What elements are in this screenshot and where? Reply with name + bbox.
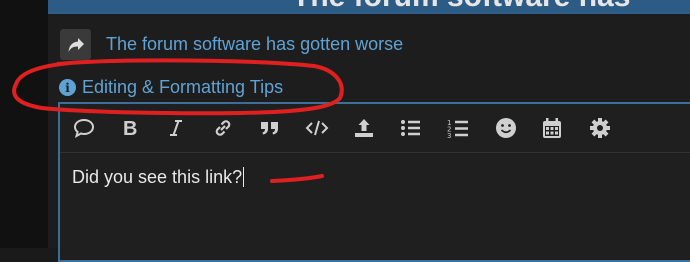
text-caret: [243, 167, 245, 187]
bullet-list-icon[interactable]: [399, 116, 423, 140]
quote-icon[interactable]: [258, 116, 282, 140]
svg-text:3: 3: [447, 132, 451, 139]
calendar-icon[interactable]: [540, 116, 564, 140]
emoji-icon[interactable]: [494, 116, 518, 140]
speech-bubble-icon[interactable]: [72, 116, 96, 140]
reply-action-button[interactable]: [60, 29, 91, 60]
code-icon[interactable]: [305, 116, 329, 140]
editor-toolbar: B 123: [60, 104, 690, 153]
numbered-list-icon[interactable]: 123: [446, 116, 470, 140]
bold-icon[interactable]: B: [118, 116, 142, 140]
formatting-tips-label: Editing & Formatting Tips: [82, 77, 284, 97]
topic-title: The forum software has: [292, 0, 630, 14]
svg-text:B: B: [123, 118, 137, 138]
composer-editor[interactable]: B 123 Did you see this link?: [58, 102, 690, 262]
editor-content: Did you see this link?: [72, 167, 243, 187]
upload-icon[interactable]: [352, 116, 376, 140]
editor-text-area[interactable]: Did you see this link?: [72, 167, 245, 188]
gear-icon[interactable]: [588, 116, 612, 140]
share-forward-icon: [68, 37, 84, 52]
formatting-tips-link[interactable]: i Editing & Formatting Tips: [59, 77, 283, 98]
link-icon[interactable]: [211, 116, 235, 140]
page-margin: [0, 0, 48, 248]
reply-topic-title[interactable]: The forum software has gotten worse: [106, 34, 403, 55]
info-circle-icon: i: [59, 79, 76, 96]
italic-icon[interactable]: [164, 116, 188, 140]
